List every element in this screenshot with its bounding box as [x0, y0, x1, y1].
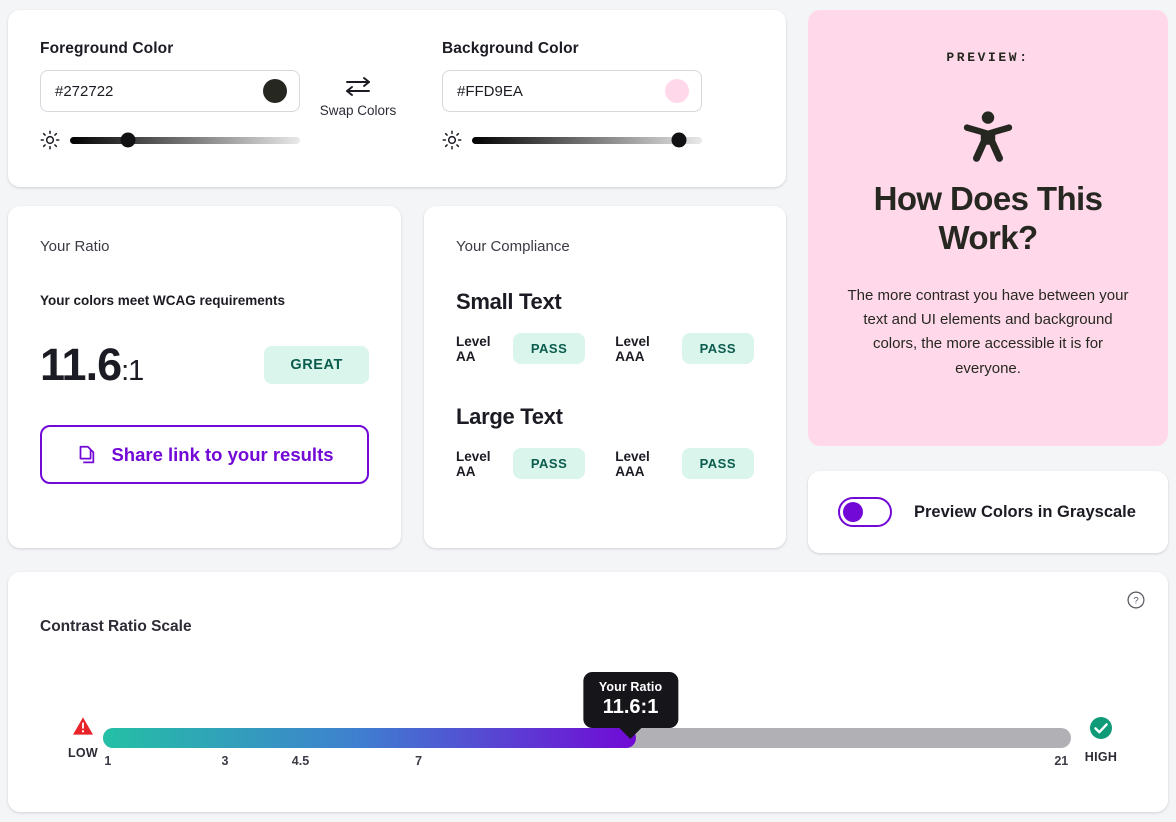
foreground-hex-field[interactable]: [40, 70, 300, 112]
scale-tick-3: 3: [221, 754, 229, 768]
small-text-levels-row: Level AA PASS Level AAA PASS: [456, 333, 754, 364]
background-color-swatch[interactable]: [665, 79, 689, 103]
foreground-color-label: Foreground Color: [40, 40, 174, 57]
contrast-scale-area: LOW HIGH 1 3 4.5 7 21 Your Ratio 11.6:1: [40, 668, 1136, 788]
foreground-brightness-track[interactable]: [70, 132, 300, 148]
contrast-scale-fill: [103, 728, 637, 748]
contrast-scale-track[interactable]: [103, 728, 1071, 748]
tooltip-pointer: [618, 727, 643, 739]
sun-icon: [442, 130, 462, 150]
foreground-hex-input[interactable]: [55, 82, 255, 100]
large-text-level-aaa-label: Level AAA: [615, 448, 650, 479]
your-compliance-card: Your Compliance Small Text Level AA PASS…: [424, 206, 786, 548]
scale-high-end: HIGH: [1074, 716, 1128, 764]
contrast-scale-ticks: 1 3 4.5 7 21: [103, 754, 1071, 774]
tooltip-value: 11.6:1: [602, 696, 659, 718]
foreground-brightness-slider-row: [40, 130, 300, 150]
scale-tick-7: 7: [415, 754, 423, 768]
small-text-level-aaa-result: PASS: [681, 333, 754, 364]
foreground-color-group: Foreground Color: [40, 40, 300, 150]
warning-triangle-icon: [73, 717, 93, 735]
tooltip-label: Your Ratio: [598, 680, 663, 694]
grade-badge: GREAT: [264, 345, 369, 384]
background-brightness-slider-row: [442, 130, 702, 150]
svg-text:?: ?: [1133, 596, 1138, 607]
large-text-levels-row: Level AA PASS Level AAA PASS: [456, 448, 754, 479]
preview-body: The more contrast you have between your …: [847, 286, 1129, 377]
ratio-suffix: :1: [121, 355, 144, 387]
copy-document-icon: [80, 445, 95, 463]
swap-colors-label: Swap Colors: [319, 103, 397, 118]
small-text-level-aa-label: Level AA: [456, 333, 491, 364]
scale-low-end: LOW: [58, 716, 108, 760]
small-text-level-aa-result: PASS: [512, 333, 586, 364]
scale-high-label: HIGH: [1084, 750, 1118, 764]
large-text-level-aa-label: Level AA: [456, 448, 491, 479]
ratio-value: 11.6:1: [40, 339, 144, 390]
contrast-scale-title: Contrast Ratio Scale: [40, 618, 192, 635]
ratio-number: 11.6: [40, 339, 122, 390]
background-color-group: Background Color: [442, 40, 702, 150]
scale-tick-1: 1: [104, 754, 112, 768]
your-ratio-tooltip: Your Ratio 11.6:1: [582, 672, 679, 739]
scale-low-label: LOW: [67, 746, 99, 760]
accessibility-person-icon: [963, 111, 1013, 162]
background-brightness-track[interactable]: [472, 132, 702, 148]
swap-arrows-icon: [346, 77, 370, 96]
grayscale-toggle[interactable]: [838, 497, 892, 527]
small-text-level-aaa-label: Level AAA: [615, 333, 650, 364]
scale-tick-21: 21: [1054, 754, 1069, 768]
preview-title: How Does This Work?: [873, 180, 1103, 257]
grayscale-preview-card: Preview Colors in Grayscale: [808, 471, 1168, 553]
color-inputs-row: Foreground Color #272722 Swap Colors Bac…: [40, 40, 754, 150]
wcag-requirement-message: Your colors meet WCAG requirements: [40, 293, 286, 308]
your-ratio-caption: Your Ratio: [40, 238, 110, 255]
scale-tick-4-5: 4.5: [291, 754, 310, 768]
large-text-level-aa-result: PASS: [512, 448, 586, 479]
share-link-label: Share link to your results: [111, 443, 334, 465]
your-compliance-caption: Your Compliance: [456, 238, 570, 255]
foreground-color-swatch[interactable]: [263, 79, 287, 103]
sun-icon: [40, 130, 60, 150]
large-text-heading: Large Text: [456, 404, 563, 429]
preview-panel: PREVIEW: How Does This Work? The more co…: [808, 10, 1168, 446]
ratio-result-row: 11.6:1 GREAT: [40, 342, 369, 387]
your-ratio-card: Your Ratio Your colors meet WCAG require…: [8, 206, 401, 548]
contrast-scale-bar-wrap: 1 3 4.5 7 21 Your Ratio 11.6:1: [103, 672, 1071, 774]
large-text-level-aaa-result: PASS: [681, 448, 754, 479]
foreground-brightness-knob[interactable]: [120, 132, 135, 148]
small-text-heading: Small Text: [456, 289, 562, 314]
background-brightness-knob[interactable]: [671, 132, 687, 148]
background-hex-field[interactable]: [442, 70, 702, 112]
contrast-ratio-scale-card: Contrast Ratio Scale ? LOW HIGH 1 3 4.5 …: [8, 572, 1168, 812]
color-inputs-card: Foreground Color #272722 Swap Colors Bac…: [8, 10, 786, 187]
question-mark-circle-icon[interactable]: ?: [1126, 590, 1146, 610]
share-link-button[interactable]: Share link to your results: [40, 425, 369, 484]
grayscale-toggle-knob[interactable]: [843, 502, 863, 522]
preview-kicker: PREVIEW:: [946, 50, 1030, 65]
swap-colors-button[interactable]: Swap Colors: [300, 40, 416, 118]
grayscale-toggle-label: Preview Colors in Grayscale: [914, 502, 1136, 521]
check-circle-icon: [1090, 717, 1112, 739]
background-color-label: Background Color: [442, 40, 579, 57]
background-hex-input[interactable]: [457, 82, 657, 100]
contrast-checker-page: Foreground Color #272722 Swap Colors Bac…: [0, 0, 1176, 822]
